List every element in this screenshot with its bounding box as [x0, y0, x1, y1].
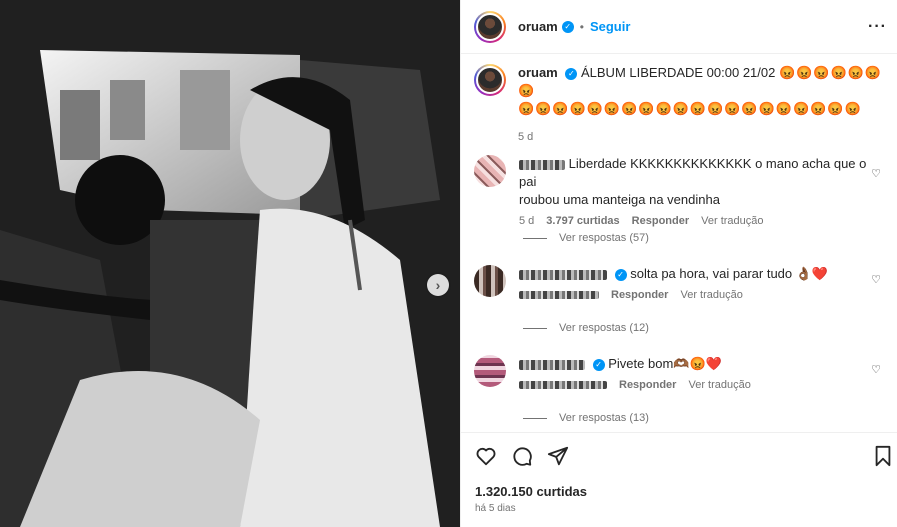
bookmark-icon[interactable] — [873, 445, 893, 467]
view-replies-label: Ver respostas (57) — [559, 232, 649, 244]
comment-meta-obscured — [519, 291, 599, 299]
reply-button[interactable]: Responder — [632, 215, 689, 227]
verified-badge-icon: ✓ — [614, 268, 627, 281]
author-username[interactable]: oruam — [518, 19, 558, 34]
verified-badge-icon: ✓ — [561, 20, 574, 33]
commenter-username[interactable] — [519, 269, 607, 280]
view-replies-button[interactable]: Ver respostas (13) — [523, 412, 649, 424]
comment: ✓ solta pa hora, vai parar tudo 👌🏾❤️ Res… — [474, 265, 889, 301]
next-image-button[interactable]: › — [427, 274, 449, 296]
follow-button[interactable]: Seguir — [590, 19, 630, 34]
view-replies-button[interactable]: Ver respostas (12) — [523, 322, 649, 334]
verified-badge-icon: ✓ — [592, 358, 605, 371]
post-side-panel: oruam ✓ • Seguir ··· oruam ✓ ÁLBUM LIBER… — [460, 0, 897, 527]
translate-button[interactable]: Ver tradução — [701, 215, 763, 227]
caption-text: ÁLBUM LIBERDADE 00:00 21/02 — [580, 65, 776, 80]
comment: ✓ Pivete bom🫶🏾😡❤️ Responder Ver tradução… — [474, 355, 889, 391]
caption-avatar[interactable] — [474, 64, 506, 96]
comment-likes[interactable]: 3.797 curtidas — [546, 215, 619, 227]
comment-meta-obscured — [519, 381, 607, 389]
like-comment-heart-icon[interactable]: ♡ — [871, 363, 881, 376]
post-actions: 1.320.150 curtidas há 5 dias — [461, 432, 897, 527]
comment-age: 5 d — [519, 215, 535, 227]
caption-emojis-line2: 😡😡😡😡😡😡😡😡😡😡😡😡😡😡😡😡😡😡😡😡 — [518, 101, 862, 116]
more-horizontal-icon[interactable]: ··· — [868, 18, 887, 36]
caption-age: 5 d — [518, 131, 534, 143]
post-time-ago: há 5 dias — [475, 503, 516, 514]
view-replies-label: Ver respostas (13) — [559, 412, 649, 424]
comment-text: Pivete bom🫶🏾😡❤️ — [608, 356, 722, 371]
comment-text: solta pa hora, vai parar tudo 👌🏾❤️ — [630, 266, 829, 281]
view-replies-button[interactable]: Ver respostas (57) — [523, 232, 649, 244]
reply-button[interactable]: Responder — [619, 379, 676, 391]
translate-button[interactable]: Ver tradução — [680, 289, 742, 301]
commenter-username[interactable] — [519, 359, 585, 370]
caption: oruam ✓ ÁLBUM LIBERDADE 00:00 21/02 😡😡😡😡… — [474, 64, 889, 146]
commenter-avatar[interactable] — [474, 265, 506, 297]
view-replies-label: Ver respostas (12) — [559, 322, 649, 334]
post-header: oruam ✓ • Seguir ··· — [461, 0, 897, 54]
comment-text: Liberdade KKKKKKKKKKKKKK o mano acha que… — [519, 156, 867, 189]
like-comment-heart-icon[interactable]: ♡ — [871, 167, 881, 180]
comment-icon[interactable] — [511, 445, 533, 467]
comment: Liberdade KKKKKKKKKKKKKK o mano acha que… — [474, 155, 889, 227]
like-heart-icon[interactable] — [475, 445, 497, 467]
instagram-post: › oruam ✓ • Seguir ··· oruam ✓ ÁLBUM LIB… — [0, 0, 897, 527]
translate-button[interactable]: Ver tradução — [688, 379, 750, 391]
separator-dot: • — [579, 19, 584, 34]
like-comment-heart-icon[interactable]: ♡ — [871, 273, 881, 286]
commenter-username[interactable] — [519, 159, 565, 170]
verified-badge-icon: ✓ — [565, 67, 578, 80]
author-avatar[interactable] — [474, 10, 506, 43]
caption-username[interactable]: oruam — [518, 65, 558, 80]
commenter-avatar[interactable] — [474, 155, 506, 187]
comment-text-cont: roubou uma manteiga na vendinha — [519, 192, 720, 207]
commenter-avatar[interactable] — [474, 355, 506, 387]
reply-button[interactable]: Responder — [611, 289, 668, 301]
post-likes-count[interactable]: 1.320.150 curtidas — [475, 484, 587, 499]
share-icon[interactable] — [547, 445, 569, 467]
car-interior-photo — [0, 0, 460, 527]
post-photo[interactable]: › — [0, 0, 460, 527]
